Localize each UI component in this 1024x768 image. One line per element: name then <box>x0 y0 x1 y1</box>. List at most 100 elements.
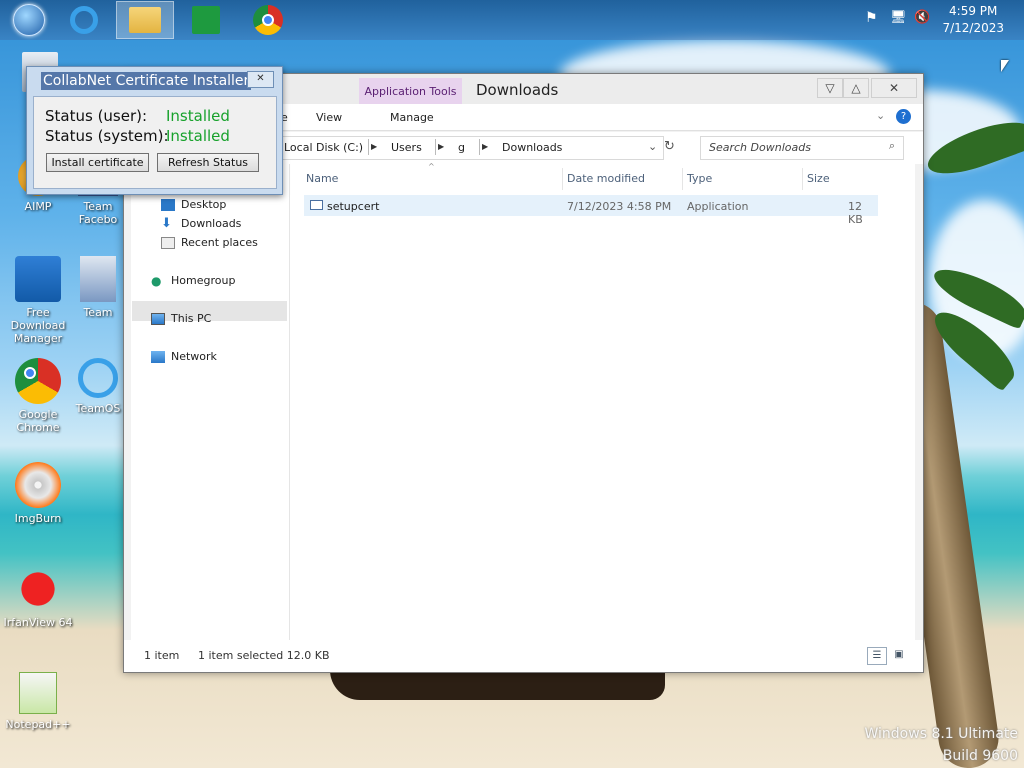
network-icon <box>151 350 165 363</box>
refresh-icon[interactable]: ↻ <box>664 139 675 154</box>
desktop-icon-label: Free Download Manager <box>10 306 66 345</box>
install-certificate-button[interactable]: Install certificate <box>46 153 149 172</box>
desktop-icon-label: ImgBurn <box>14 512 62 525</box>
selection-info: 1 item selected 12.0 KB <box>198 649 330 662</box>
crumb-arrow-icon[interactable]: ▶ <box>479 139 488 155</box>
column-divider[interactable] <box>802 168 803 190</box>
nav-item-downloads[interactable]: ⬇ Downloads <box>161 217 242 231</box>
large-icons-view-icon[interactable]: ▣ <box>890 647 908 665</box>
application-file-icon <box>310 200 323 210</box>
desktop-icon-notepad-plus-plus[interactable]: Notepad++ <box>0 672 78 731</box>
desktop-icon-label: AIMP <box>24 200 52 213</box>
refresh-status-button[interactable]: Refresh Status <box>157 153 259 172</box>
desktop-icon-label: Team Facebo <box>78 200 118 226</box>
tab-view[interactable]: View <box>316 111 342 124</box>
expand-ribbon-icon[interactable]: ⌄ <box>876 109 885 122</box>
internet-explorer-icon <box>70 6 98 34</box>
search-icon: ⌕ <box>888 139 895 152</box>
maximize-button[interactable]: △ <box>843 78 869 98</box>
search-box[interactable]: Search Downloads ⌕ <box>700 136 904 160</box>
nav-item-label: Homegroup <box>171 274 236 287</box>
minimize-button[interactable]: ▽ <box>817 78 843 98</box>
homegroup-icon: ● <box>151 273 162 288</box>
close-button[interactable]: ✕ <box>871 78 917 98</box>
mouse-cursor-icon <box>1001 60 1009 72</box>
file-name: setupcert <box>327 200 380 213</box>
close-icon: ✕ <box>256 73 265 84</box>
search-placeholder: Search Downloads <box>709 141 811 154</box>
status-system-value: Installed <box>166 127 230 145</box>
column-header-type[interactable]: Type <box>687 172 712 185</box>
windows-watermark: Windows 8.1 Ultimate <box>864 726 1019 742</box>
help-icon[interactable]: ? <box>896 109 911 124</box>
nav-item-label: Downloads <box>181 217 242 230</box>
sort-arrow-icon: ^ <box>428 162 435 171</box>
desktop-folder-icon <box>161 198 175 211</box>
start-button[interactable] <box>0 1 58 39</box>
nav-item-label: Desktop <box>181 198 227 211</box>
teamos-icon <box>78 358 118 398</box>
crumb-users[interactable]: Users <box>391 141 422 154</box>
clock-time: 4:59 PM <box>949 4 998 18</box>
navigation-pane: Desktop ⬇ Downloads Recent places ● Home… <box>131 164 290 640</box>
team-icon <box>80 256 116 302</box>
file-list: Name ^ Date modified Type Size setupcert… <box>290 162 915 640</box>
desktop-icon-team[interactable]: Team <box>72 256 124 319</box>
minimize-icon: ▽ <box>825 81 835 95</box>
taskbar-clock[interactable]: 4:59 PM 7/12/2023 <box>942 3 1004 37</box>
taskbar-google-chrome[interactable] <box>239 1 297 39</box>
taskbar-file-explorer[interactable] <box>116 1 174 39</box>
nav-item-homegroup[interactable]: ● Homegroup <box>151 274 235 287</box>
crumb-downloads[interactable]: Downloads <box>502 141 562 154</box>
google-chrome-icon <box>15 358 61 404</box>
window-title: Downloads <box>476 81 559 99</box>
column-header-date-modified[interactable]: Date modified <box>567 172 645 185</box>
taskbar-windows-store[interactable] <box>177 1 235 39</box>
desktop-icon-google-chrome[interactable]: Google Chrome <box>0 358 78 434</box>
status-system-label: Status (system): <box>45 127 169 145</box>
volume-muted-icon[interactable]: 🔇 <box>914 10 930 25</box>
taskbar-internet-explorer[interactable] <box>55 1 113 39</box>
desktop-icon-irfanview[interactable]: IrfanView 64 <box>0 566 78 629</box>
network-icon[interactable]: 🖥 <box>890 10 907 25</box>
maximize-icon: △ <box>851 81 861 95</box>
table-row[interactable]: setupcert 7/12/2023 4:58 PM Application … <box>304 195 878 226</box>
desktop-icon-imgburn[interactable]: ImgBurn <box>0 462 78 525</box>
recent-places-icon <box>161 236 175 249</box>
column-header-name[interactable]: Name <box>306 172 338 185</box>
desktop-icon-free-download-manager[interactable]: Free Download Manager <box>0 256 78 345</box>
column-divider[interactable] <box>562 168 563 190</box>
address-dropdown-icon[interactable]: ⌄ <box>648 140 657 153</box>
file-date-modified: 7/12/2023 4:58 PM <box>567 200 672 213</box>
column-header-size[interactable]: Size <box>807 172 830 185</box>
file-explorer-icon <box>129 7 161 33</box>
application-tools-context-tab: Application Tools <box>359 78 462 104</box>
column-divider[interactable] <box>682 168 683 190</box>
crumb-local-disk[interactable]: Local Disk (C:) <box>284 141 363 154</box>
nav-item-desktop[interactable]: Desktop <box>161 198 226 211</box>
crumb-user-g[interactable]: g <box>458 141 465 154</box>
nav-item-recent-places[interactable]: Recent places <box>161 236 258 249</box>
crumb-arrow-icon[interactable]: ▶ <box>368 139 377 155</box>
nav-item-label: Network <box>171 350 217 363</box>
nav-item-this-pc[interactable]: This PC <box>151 312 211 325</box>
nav-item-network[interactable]: Network <box>151 350 217 363</box>
dialog-title: CollabNet Certificate Installer <box>41 72 252 90</box>
windows-store-icon <box>192 6 220 34</box>
desktop-icon-teamos[interactable]: TeamOS <box>72 358 124 415</box>
windows-start-icon <box>13 4 45 36</box>
desktop-icon-label: TeamOS <box>75 402 121 415</box>
details-view-icon[interactable]: ☰ <box>867 647 887 665</box>
notepad-plus-plus-icon <box>19 672 57 714</box>
taskbar: ⚑ 🖥 🔇 4:59 PM 7/12/2023 <box>0 0 1024 40</box>
action-center-flag-icon[interactable]: ⚑ <box>865 10 878 26</box>
address-bar[interactable]: Local Disk (C:) ▶ Users ▶ g ▶ Downloads … <box>277 136 675 160</box>
crumb-arrow-icon[interactable]: ▶ <box>435 139 444 155</box>
this-pc-icon <box>151 312 165 325</box>
status-user-label: Status (user): <box>45 107 148 125</box>
nav-item-label: Recent places <box>181 236 258 249</box>
status-user-value: Installed <box>166 107 230 125</box>
tab-manage[interactable]: Manage <box>390 111 434 124</box>
close-icon: ✕ <box>888 81 900 95</box>
dialog-close-button[interactable]: ✕ <box>247 71 274 88</box>
